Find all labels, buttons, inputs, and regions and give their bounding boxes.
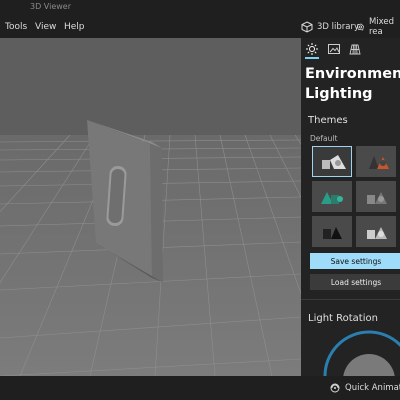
status-bar: Quick Animations <box>0 376 400 400</box>
theme-preview-icon <box>367 227 387 239</box>
animation-icon <box>330 383 340 393</box>
panel-title: Environment & Lighting <box>305 66 400 102</box>
menu-view[interactable]: View <box>35 22 56 32</box>
default-theme-label: Default <box>310 134 338 143</box>
theme-preview-icon <box>323 227 342 239</box>
theme-preview-icon <box>369 156 389 169</box>
theme-preview-icon <box>321 192 343 204</box>
image-frame-icon <box>328 44 340 54</box>
title-bar: 3D Viewer <box>0 0 400 16</box>
app-title: 3D Viewer <box>30 2 71 11</box>
theme-preview-icon <box>322 155 346 169</box>
quick-animations-label: Quick Animations <box>345 383 400 393</box>
tab-environment[interactable] <box>305 41 319 59</box>
panel-tabs <box>301 38 400 60</box>
theme-teal[interactable] <box>312 181 352 212</box>
themes-heading: Themes <box>308 115 348 126</box>
light-rotation-dial[interactable] <box>321 328 400 376</box>
panel-divider <box>301 299 400 300</box>
quick-animations-button[interactable]: Quick Animations <box>329 382 400 394</box>
theme-gray[interactable] <box>356 181 396 212</box>
mixed-reality-label: Mixed rea <box>368 17 395 37</box>
theme-dark[interactable] <box>312 216 352 247</box>
tab-grid[interactable] <box>348 41 362 55</box>
viewport-scene <box>0 38 301 376</box>
menu-bar: Tools View Help 3D library Mixed rea <box>0 16 400 38</box>
theme-preview-icon <box>367 192 387 204</box>
theme-default[interactable] <box>312 146 352 177</box>
menu-tools[interactable]: Tools <box>5 22 27 32</box>
mixed-reality-button[interactable]: Mixed rea <box>356 17 400 37</box>
sun-icon <box>306 43 318 55</box>
settings-panel: Environment & Lighting Themes Default <box>301 38 400 376</box>
load-settings-button[interactable]: Load settings <box>310 274 400 290</box>
theme-warm[interactable] <box>356 146 396 177</box>
save-settings-button[interactable]: Save settings <box>310 253 400 269</box>
3d-library-button[interactable]: 3D library <box>301 20 359 34</box>
menu-help[interactable]: Help <box>64 22 85 32</box>
mixed-reality-icon <box>357 23 364 31</box>
light-rotation-heading: Light Rotation <box>308 313 378 324</box>
grid-icon <box>349 44 361 55</box>
cube-icon <box>301 21 313 33</box>
rotation-sphere <box>343 354 395 376</box>
3d-viewport[interactable] <box>0 38 301 376</box>
tab-stats[interactable] <box>327 41 341 55</box>
3d-library-label: 3D library <box>317 22 360 32</box>
theme-light[interactable] <box>356 216 396 247</box>
